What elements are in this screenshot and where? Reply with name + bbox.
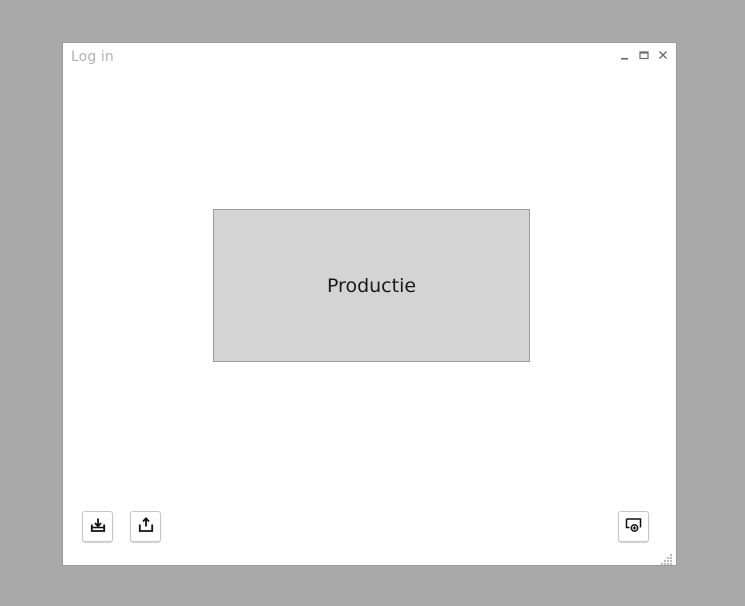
upload-icon bbox=[138, 516, 154, 537]
minimize-icon[interactable] bbox=[620, 50, 630, 60]
maximize-icon[interactable] bbox=[639, 50, 649, 60]
download-icon bbox=[90, 517, 106, 537]
close-icon[interactable] bbox=[658, 50, 668, 60]
upload-button[interactable] bbox=[130, 511, 161, 542]
login-window: Log in Productie bbox=[62, 42, 677, 566]
screen-add-icon bbox=[625, 517, 642, 537]
download-button[interactable] bbox=[82, 511, 113, 542]
resize-grip-icon[interactable] bbox=[661, 550, 673, 565]
production-button[interactable]: Productie bbox=[213, 209, 530, 362]
window-title: Log in bbox=[71, 49, 114, 65]
window-controls bbox=[620, 50, 668, 60]
screen-add-button[interactable] bbox=[618, 511, 649, 542]
